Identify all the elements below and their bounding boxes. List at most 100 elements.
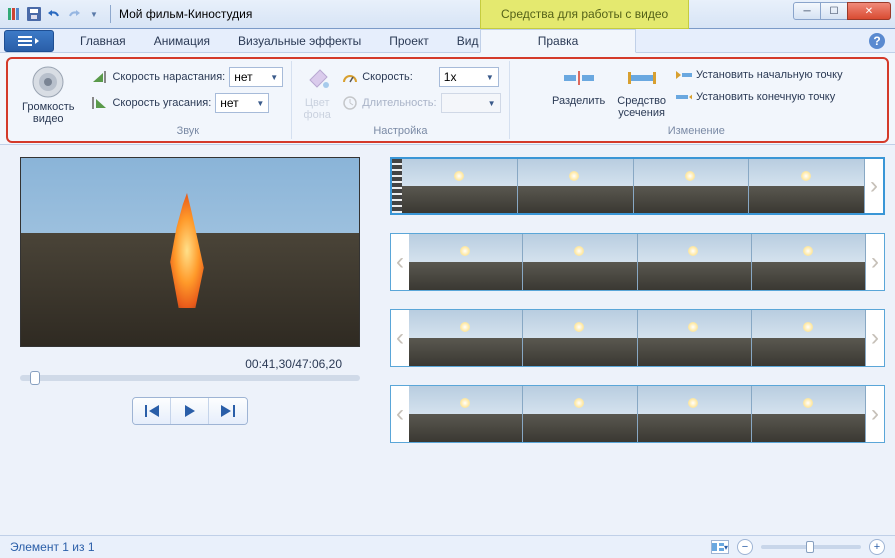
clip-frame [523,386,637,442]
clip-frame [752,310,866,366]
group-volume: Громкость видео [12,61,84,139]
split-button[interactable]: Разделить [550,63,607,109]
redo-icon[interactable] [66,6,82,22]
set-end-label: Установить конечную точку [696,91,835,103]
set-start-button[interactable]: Установить начальную точку [676,67,843,83]
chevron-down-icon: ▼ [270,73,278,82]
clip-frame [409,310,523,366]
speed-dropdown[interactable]: 1x ▼ [439,67,499,87]
fade-out-value: нет [220,96,238,110]
zoom-in-button[interactable]: + [869,539,885,555]
clip-continue-icon: › [866,234,884,290]
group-adjust: Цвет фона Скорость: 1x ▼ Длительность: [292,61,509,139]
clip-frame [409,234,523,290]
tab-edit[interactable]: Правка [480,29,636,53]
close-button[interactable]: ✕ [847,2,891,20]
help-icon[interactable]: ? [869,33,885,49]
statusbar: Элемент 1 из 1 ▾ − + [0,535,895,558]
clip-continue-icon: › [391,234,409,290]
thumbnail-size-button[interactable]: ▾ [711,540,729,554]
tab-project[interactable]: Проект [375,30,443,52]
play-button[interactable] [171,398,209,424]
chevron-down-icon: ▼ [256,99,264,108]
next-frame-button[interactable] [209,398,247,424]
split-label: Разделить [552,95,605,107]
context-tab-label: Средства для работы с видео [501,7,668,21]
ribbon-highlight: Громкость видео Скорость нарастания: нет… [6,57,889,143]
set-end-icon [676,89,692,105]
timeline-pane[interactable]: › › › › › › › [380,145,895,535]
seek-bar[interactable] [20,375,360,381]
flame-graphic [166,193,208,308]
group-adjust-label: Настройка [373,125,427,137]
file-menu-button[interactable] [4,30,54,52]
tab-effects[interactable]: Визуальные эффекты [224,30,375,52]
save-icon[interactable] [26,6,42,22]
video-volume-label: Громкость видео [22,101,74,125]
clip-frame [402,159,518,213]
chevron-down-icon: ▼ [488,99,496,108]
clip-row[interactable]: › › [390,385,885,443]
video-volume-button[interactable]: Громкость видео [20,63,76,127]
clip-frame [638,310,752,366]
fade-out-dropdown[interactable]: нет ▼ [215,93,269,113]
bg-color-button[interactable]: Цвет фона [300,63,334,123]
speed-icon [342,69,358,85]
prev-frame-button[interactable] [133,398,171,424]
set-start-icon [676,67,692,83]
duration-icon [342,95,358,111]
duration-label: Длительность: [362,97,436,109]
maximize-button[interactable]: ☐ [820,2,848,20]
fade-in-dropdown[interactable]: нет ▼ [229,67,283,87]
fade-out-icon [92,95,108,111]
tab-home[interactable]: Главная [66,30,140,52]
window-title-project: Мой фильм [119,7,184,21]
trim-tool-button[interactable]: Средство усечения [615,63,668,121]
zoom-thumb[interactable] [806,541,814,553]
clip-frame [749,159,865,213]
clip-continue-icon: › [866,386,884,442]
chevron-down-icon: ▼ [486,73,494,82]
status-item-count: Элемент 1 из 1 [10,540,95,554]
seek-thumb[interactable] [30,371,40,385]
group-sound: Скорость нарастания: нет ▼ Скорость угас… [84,61,292,139]
quick-access-toolbar: ▼ [0,6,102,22]
clip-frame [752,386,866,442]
playback-controls [132,397,248,425]
zoom-out-button[interactable]: − [737,539,753,555]
clip-continue-icon: › [391,386,409,442]
preview-pane: 00:41,30/47:06,20 [0,145,380,535]
clip-frame [518,159,634,213]
clip-continue-icon: › [391,310,409,366]
minimize-button[interactable]: ─ [793,2,821,20]
clip-frame [752,234,866,290]
speaker-icon [31,65,65,99]
window-controls: ─ ☐ ✕ [794,2,891,20]
tab-animation[interactable]: Анимация [140,30,224,52]
clip-frame [523,310,637,366]
zoom-slider[interactable] [761,545,861,549]
preview-video[interactable] [20,157,360,347]
undo-icon[interactable] [46,6,62,22]
film-edge-icon [392,159,402,213]
fade-out-label: Скорость угасания: [112,97,211,109]
clip-row[interactable]: › › [390,233,885,291]
set-start-label: Установить начальную точку [696,69,843,81]
time-display: 00:41,30/47:06,20 [245,357,342,371]
clip-row[interactable]: › [390,157,885,215]
group-change-label: Изменение [668,125,725,137]
app-menu-icon[interactable] [6,6,22,22]
set-end-button[interactable]: Установить конечную точку [676,89,843,105]
clip-frame [409,386,523,442]
ribbon-tabs: Главная Анимация Визуальные эффекты Прое… [0,29,895,53]
clip-frame [634,159,750,213]
trim-tool-label: Средство усечения [617,95,666,119]
ribbon: Громкость видео Скорость нарастания: нет… [0,53,895,145]
fade-in-value: нет [234,70,252,84]
qat-dropdown-icon[interactable]: ▼ [86,6,102,22]
duration-dropdown: ▼ [441,93,501,113]
clip-row[interactable]: › › [390,309,885,367]
clip-frame [638,234,752,290]
trim-icon [622,65,662,93]
bg-color-label: Цвет фона [304,97,331,121]
